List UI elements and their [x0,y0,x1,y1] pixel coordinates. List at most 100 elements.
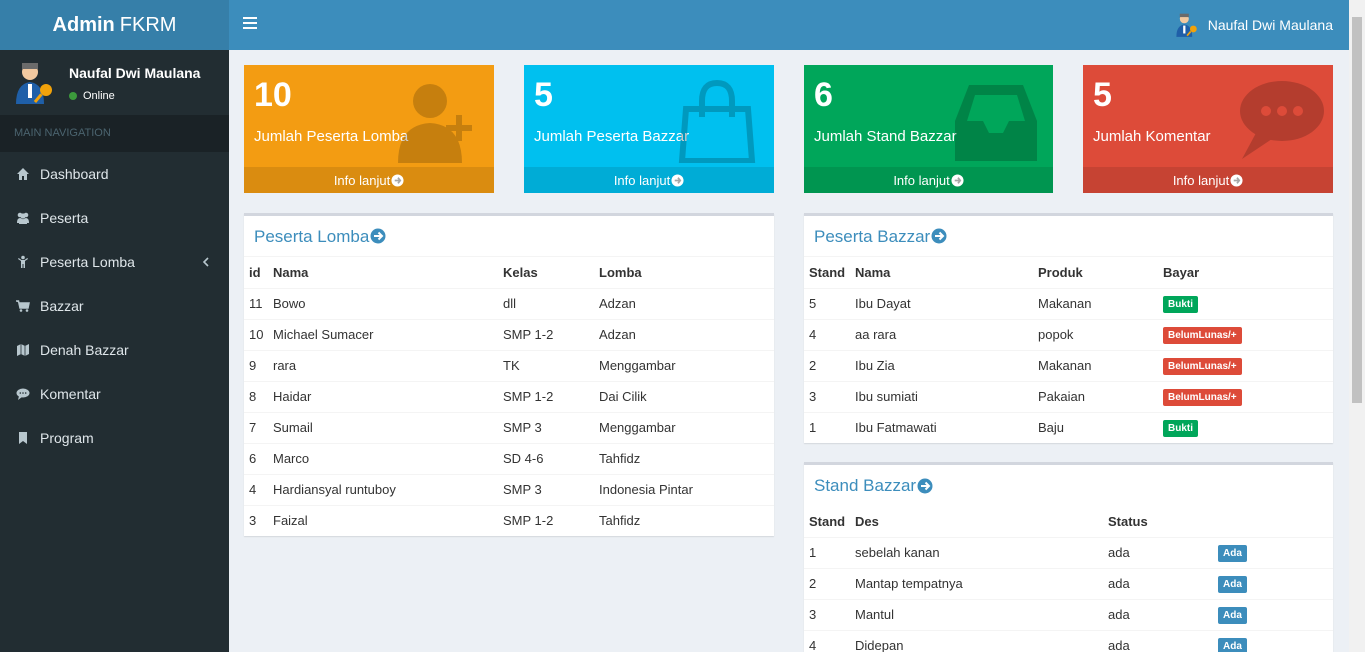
cell: 10 [244,318,268,350]
sidebar-item-label: Peserta [40,210,89,226]
cell: Pakaian [1033,380,1158,412]
info-lanjut-link[interactable]: Info lanjut [1083,167,1333,193]
payment-badge[interactable]: BelumLunas/+ [1163,388,1242,406]
panel-title-link[interactable]: Stand Bazzar [804,465,1333,506]
panel-peserta-lomba: Peserta Lomba id Nama Kelas Lomba 11 Bowo… [244,213,774,536]
table-header: Stand Des Status [804,506,1333,538]
cell: aa rara [850,318,1033,350]
info-lanjut-label: Info lanjut [893,172,950,188]
cell: Adzan [594,287,774,319]
sidebar-item-label: Bazzar [40,298,84,314]
cell: Ibu Zia [850,349,1033,381]
sidebar-item-denah-bazzar[interactable]: Denah Bazzar [0,328,229,372]
comments-icon [1240,81,1324,159]
page-scrollbar[interactable] [1349,0,1365,652]
cell: Ada [1213,567,1333,599]
table-row: 3 Mantul ada Ada [804,598,1333,630]
shopping-bag-icon [678,79,756,163]
table-row: 7 Sumail SMP 3 Menggambar [244,411,774,443]
cell: 3 [804,598,850,630]
table-row: 11 Bowo dll Adzan [244,287,774,319]
cell: ada [1103,629,1213,652]
panel-title-link[interactable]: Peserta Lomba [244,216,774,257]
scrollbar-thumb[interactable] [1352,17,1362,403]
user-status: Online [69,90,115,102]
cell: Haidar [268,380,498,412]
panel-title-link[interactable]: Peserta Bazzar [804,216,1333,257]
info-lanjut-link[interactable]: Info lanjut [244,167,494,193]
col-header: Lomba [594,257,774,289]
table-row: 3 Faizal SMP 1-2 Tahfidz [244,504,774,536]
brand-logo[interactable]: Admin FKRM [0,0,229,50]
arrow-circle-right-icon [391,173,404,187]
cell: SD 4-6 [498,442,594,474]
col-header: Produk [1033,257,1158,289]
stat-label: Jumlah Peserta Lomba [254,128,409,145]
cell: Bukti [1158,287,1333,319]
sidebar-item-label: Program [40,430,94,446]
stat-box-komentar: 5 Jumlah Komentar Info lanjut [1083,65,1333,193]
stat-label: Jumlah Peserta Bazzar [534,128,690,145]
cell: Ibu sumiati [850,380,1033,412]
arrow-circle-right-icon [951,173,964,187]
sidebar-item-label: Dashboard [40,166,109,182]
stat-box-stand-bazzar: 6 Jumlah Stand Bazzar Info lanjut [804,65,1053,193]
table-header: Stand Nama Produk Bayar [804,257,1333,289]
sidebar-item-label: Denah Bazzar [40,342,129,358]
sidebar-item-peserta[interactable]: Peserta [0,196,229,240]
status-badge[interactable]: Ada [1218,637,1247,652]
panel-title: Peserta Bazzar [814,226,931,246]
table-row: 4 aa rara popok BelumLunas/+ [804,318,1333,350]
info-lanjut-label: Info lanjut [613,172,671,188]
stat-box-peserta-bazzar: 5 Jumlah Peserta Bazzar Info lanjut [524,65,774,193]
top-navbar: Naufal Dwi Maulana [229,0,1349,50]
col-header: Status [1103,506,1213,538]
bookmark-icon [19,432,27,444]
payment-badge[interactable]: BelumLunas/+ [1163,326,1242,344]
sidebar-item-program[interactable]: Program [0,416,229,460]
col-header: Stand [804,506,850,538]
arrow-circle-right-icon [1230,173,1243,187]
info-lanjut-link[interactable]: Info lanjut [524,167,774,193]
status-badge[interactable]: Ada [1218,544,1247,562]
table-row: 2 Mantap tempatnya ada Ada [804,567,1333,599]
cell: Dai Cilik [594,380,774,412]
cell: BelumLunas/+ [1158,349,1333,381]
cell: 3 [244,504,268,536]
sidebar-item-peserta-lomba[interactable]: Peserta Lomba [0,240,229,284]
cell: Makanan [1033,287,1158,319]
cell: 3 [804,380,850,412]
payment-badge[interactable]: Bukti [1163,419,1198,437]
stat-number: 5 [534,76,553,114]
brand-rest: FKRM [119,13,177,36]
cell: Baju [1033,411,1158,443]
payment-badge[interactable]: Bukti [1163,295,1198,313]
sidebar-item-komentar[interactable]: Komentar [0,372,229,416]
payment-badge[interactable]: BelumLunas/+ [1163,357,1242,375]
table-row: 4 Hardiansyal runtuboy SMP 3 Indonesia Pint… [244,473,774,505]
cell: rara [268,349,498,381]
sidebar-item-bazzar[interactable]: Bazzar [0,284,229,328]
user-menu[interactable]: Naufal Dwi Maulana [1173,12,1333,38]
child-icon [18,255,28,268]
top-user-name: Naufal Dwi Maulana [1207,17,1333,33]
info-lanjut-link[interactable]: Info lanjut [804,167,1053,193]
cell: Marco [268,442,498,474]
table-row: 5 Ibu Dayat Makanan Bukti [804,287,1333,319]
avatar-icon [16,63,52,104]
col-header: Nama [850,257,1033,289]
sidebar-item-dashboard[interactable]: Dashboard [0,152,229,196]
panel-title: Stand Bazzar [814,476,917,495]
arrow-circle-right-icon [917,478,933,493]
main-content: 10 Jumlah Peserta Lomba Info lanjut 5 Ju… [229,50,1349,652]
sidebar-toggle-icon[interactable] [243,17,257,33]
home-icon [17,168,29,180]
cell: Didepan [850,629,1103,652]
arrow-circle-right-icon [370,228,386,244]
cell: ada [1103,567,1213,599]
stat-label: Jumlah Komentar [1093,128,1211,145]
status-badge[interactable]: Ada [1218,606,1247,624]
cell: dll [498,287,594,319]
cell: Tahfidz [594,504,774,536]
status-badge[interactable]: Ada [1218,575,1247,593]
